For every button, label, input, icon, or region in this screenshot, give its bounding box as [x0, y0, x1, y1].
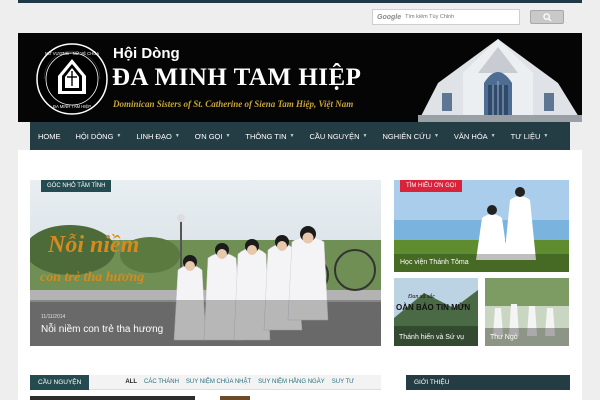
chevron-down-icon: ▼ [225, 133, 231, 139]
brand-subtitle: Dominican Sisters of St. Catherine of Si… [113, 99, 354, 109]
nav-item-on-goi[interactable]: ƠN GỌI ▼ [195, 132, 231, 141]
search-input[interactable] [405, 14, 516, 20]
side-post-title[interactable]: Thánh hiến và Sứ vụ [399, 334, 464, 341]
nav-label: ƠN GỌI [194, 131, 223, 141]
nav-label: LINH ĐẠO [136, 131, 172, 141]
chevron-down-icon: ▼ [289, 133, 295, 139]
tab-all[interactable]: ALL [125, 379, 137, 385]
chevron-down-icon: ▼ [174, 133, 180, 139]
nav-item-home[interactable]: HOME [38, 132, 61, 141]
chevron-down-icon: ▼ [543, 133, 549, 139]
side-post-3[interactable]: Thư Ngỏ [485, 278, 569, 346]
svg-text:ĐA MINH TAM HIỆP: ĐA MINH TAM HIỆP [53, 104, 91, 109]
nav-label: TƯ LIỆU [510, 131, 541, 141]
svg-text:NỮ VƯƠNG · NỮ VỆ CHÚA: NỮ VƯƠNG · NỮ VỆ CHÚA [45, 51, 99, 56]
tab-cac-thanh[interactable]: CÁC THÁNH [144, 379, 179, 385]
chevron-down-icon: ▼ [490, 133, 496, 139]
brand-title[interactable]: ĐA MINH TAM HIỆP [112, 64, 361, 92]
tab-suy-niem-hang-ngay[interactable]: SUY NIỆM HẰNG NGÀY [258, 379, 325, 385]
thumbnail-strip [220, 396, 250, 400]
nav-label: HỘI DÒNG [75, 131, 114, 141]
nav-item-linh-dao[interactable]: LINH ĐẠO ▼ [136, 132, 179, 141]
nav-label: VĂN HÓA [453, 131, 488, 141]
section-title: CẦU NGUYỆN [30, 374, 90, 390]
nav-label: CẦU NGUYỆN [309, 131, 360, 141]
search-button[interactable] [530, 10, 564, 24]
nav-item-hoi-dong[interactable]: HỘI DÒNG ▼ [76, 132, 122, 141]
side-post-title[interactable]: Học viện Thánh Tôma [400, 259, 469, 266]
nav-item-tu-lieu[interactable]: TƯ LIỆU ▼ [511, 132, 549, 141]
search-icon [542, 12, 552, 22]
featured-overlay-title: Nỗi niềm [48, 232, 140, 258]
post-date: 11/11/2014 [41, 314, 66, 320]
main-nav: HOME HỘI DÒNG ▼ LINH ĐẠO ▼ ƠN GỌI ▼ THÔNG T… [30, 122, 570, 150]
featured-overlay-subtitle: con trẻ tha hương [40, 270, 145, 285]
nav-item-cau-nguyen[interactable]: CẦU NGUYỆN ▼ [309, 132, 367, 141]
featured-post[interactable]: Nỗi niềm con trẻ tha hương GÓC NHỎ TÂM T… [30, 180, 381, 346]
google-logo: Google [377, 13, 402, 21]
chevron-down-icon: ▼ [433, 133, 439, 139]
nav-label: HOME [38, 131, 61, 141]
side-overlay-line1: Đan xã sắc [408, 294, 435, 300]
tab-suy-tu[interactable]: SUY TƯ [332, 379, 355, 385]
category-tag[interactable]: GÓC NHỎ TÂM TÌNH [41, 180, 112, 192]
nav-item-nghien-cuu[interactable]: NGHIÊN CỨU ▼ [382, 132, 438, 141]
top-strip [18, 0, 582, 3]
nav-label: NGHIÊN CỨU [382, 131, 431, 141]
chevron-down-icon: ▼ [116, 133, 122, 139]
thumbnail-strip [30, 396, 195, 400]
brand-small: Hội Dòng [113, 45, 180, 62]
tab-suy-niem-chua-nhat[interactable]: SUY NIỆM CHÚA NHẬT [186, 379, 251, 385]
side-post-1[interactable]: TÌM HIỂU ƠN GỌI Học viện Thánh Tôma [394, 180, 569, 272]
chevron-down-icon: ▼ [362, 133, 368, 139]
featured-image [30, 180, 381, 346]
side-post-2[interactable]: Đan xã sắc OÀN BẢO TIN MỪN Thánh hiến và… [394, 278, 478, 346]
nav-label: THÔNG TIN [245, 131, 287, 141]
church-image [418, 33, 582, 122]
side-overlay-line2: OÀN BẢO TIN MỪN [396, 303, 471, 312]
nav-item-van-hoa[interactable]: VĂN HÓA ▼ [454, 132, 496, 141]
nav-item-thong-tin[interactable]: THÔNG TIN ▼ [245, 132, 294, 141]
search-box[interactable]: Google [372, 9, 520, 25]
category-tag[interactable]: TÌM HIỂU ƠN GỌI [400, 180, 463, 192]
site-header: NỮ VƯƠNG · NỮ VỆ CHÚA ĐA MINH TAM HIỆP H… [18, 33, 582, 122]
prayer-section-bar: CẦU NGUYỆN ALL CÁC THÁNH SUY NIỆM CHÚA N… [30, 374, 381, 390]
intro-section-title: GIỚI THIỆU [406, 375, 570, 390]
congregation-logo-icon[interactable]: NỮ VƯƠNG · NỮ VỆ CHÚA ĐA MINH TAM HIỆP [35, 42, 109, 116]
side-post-title[interactable]: Thư Ngỏ [490, 334, 518, 341]
post-title[interactable]: Nỗi niềm con trẻ tha hương [41, 324, 163, 335]
